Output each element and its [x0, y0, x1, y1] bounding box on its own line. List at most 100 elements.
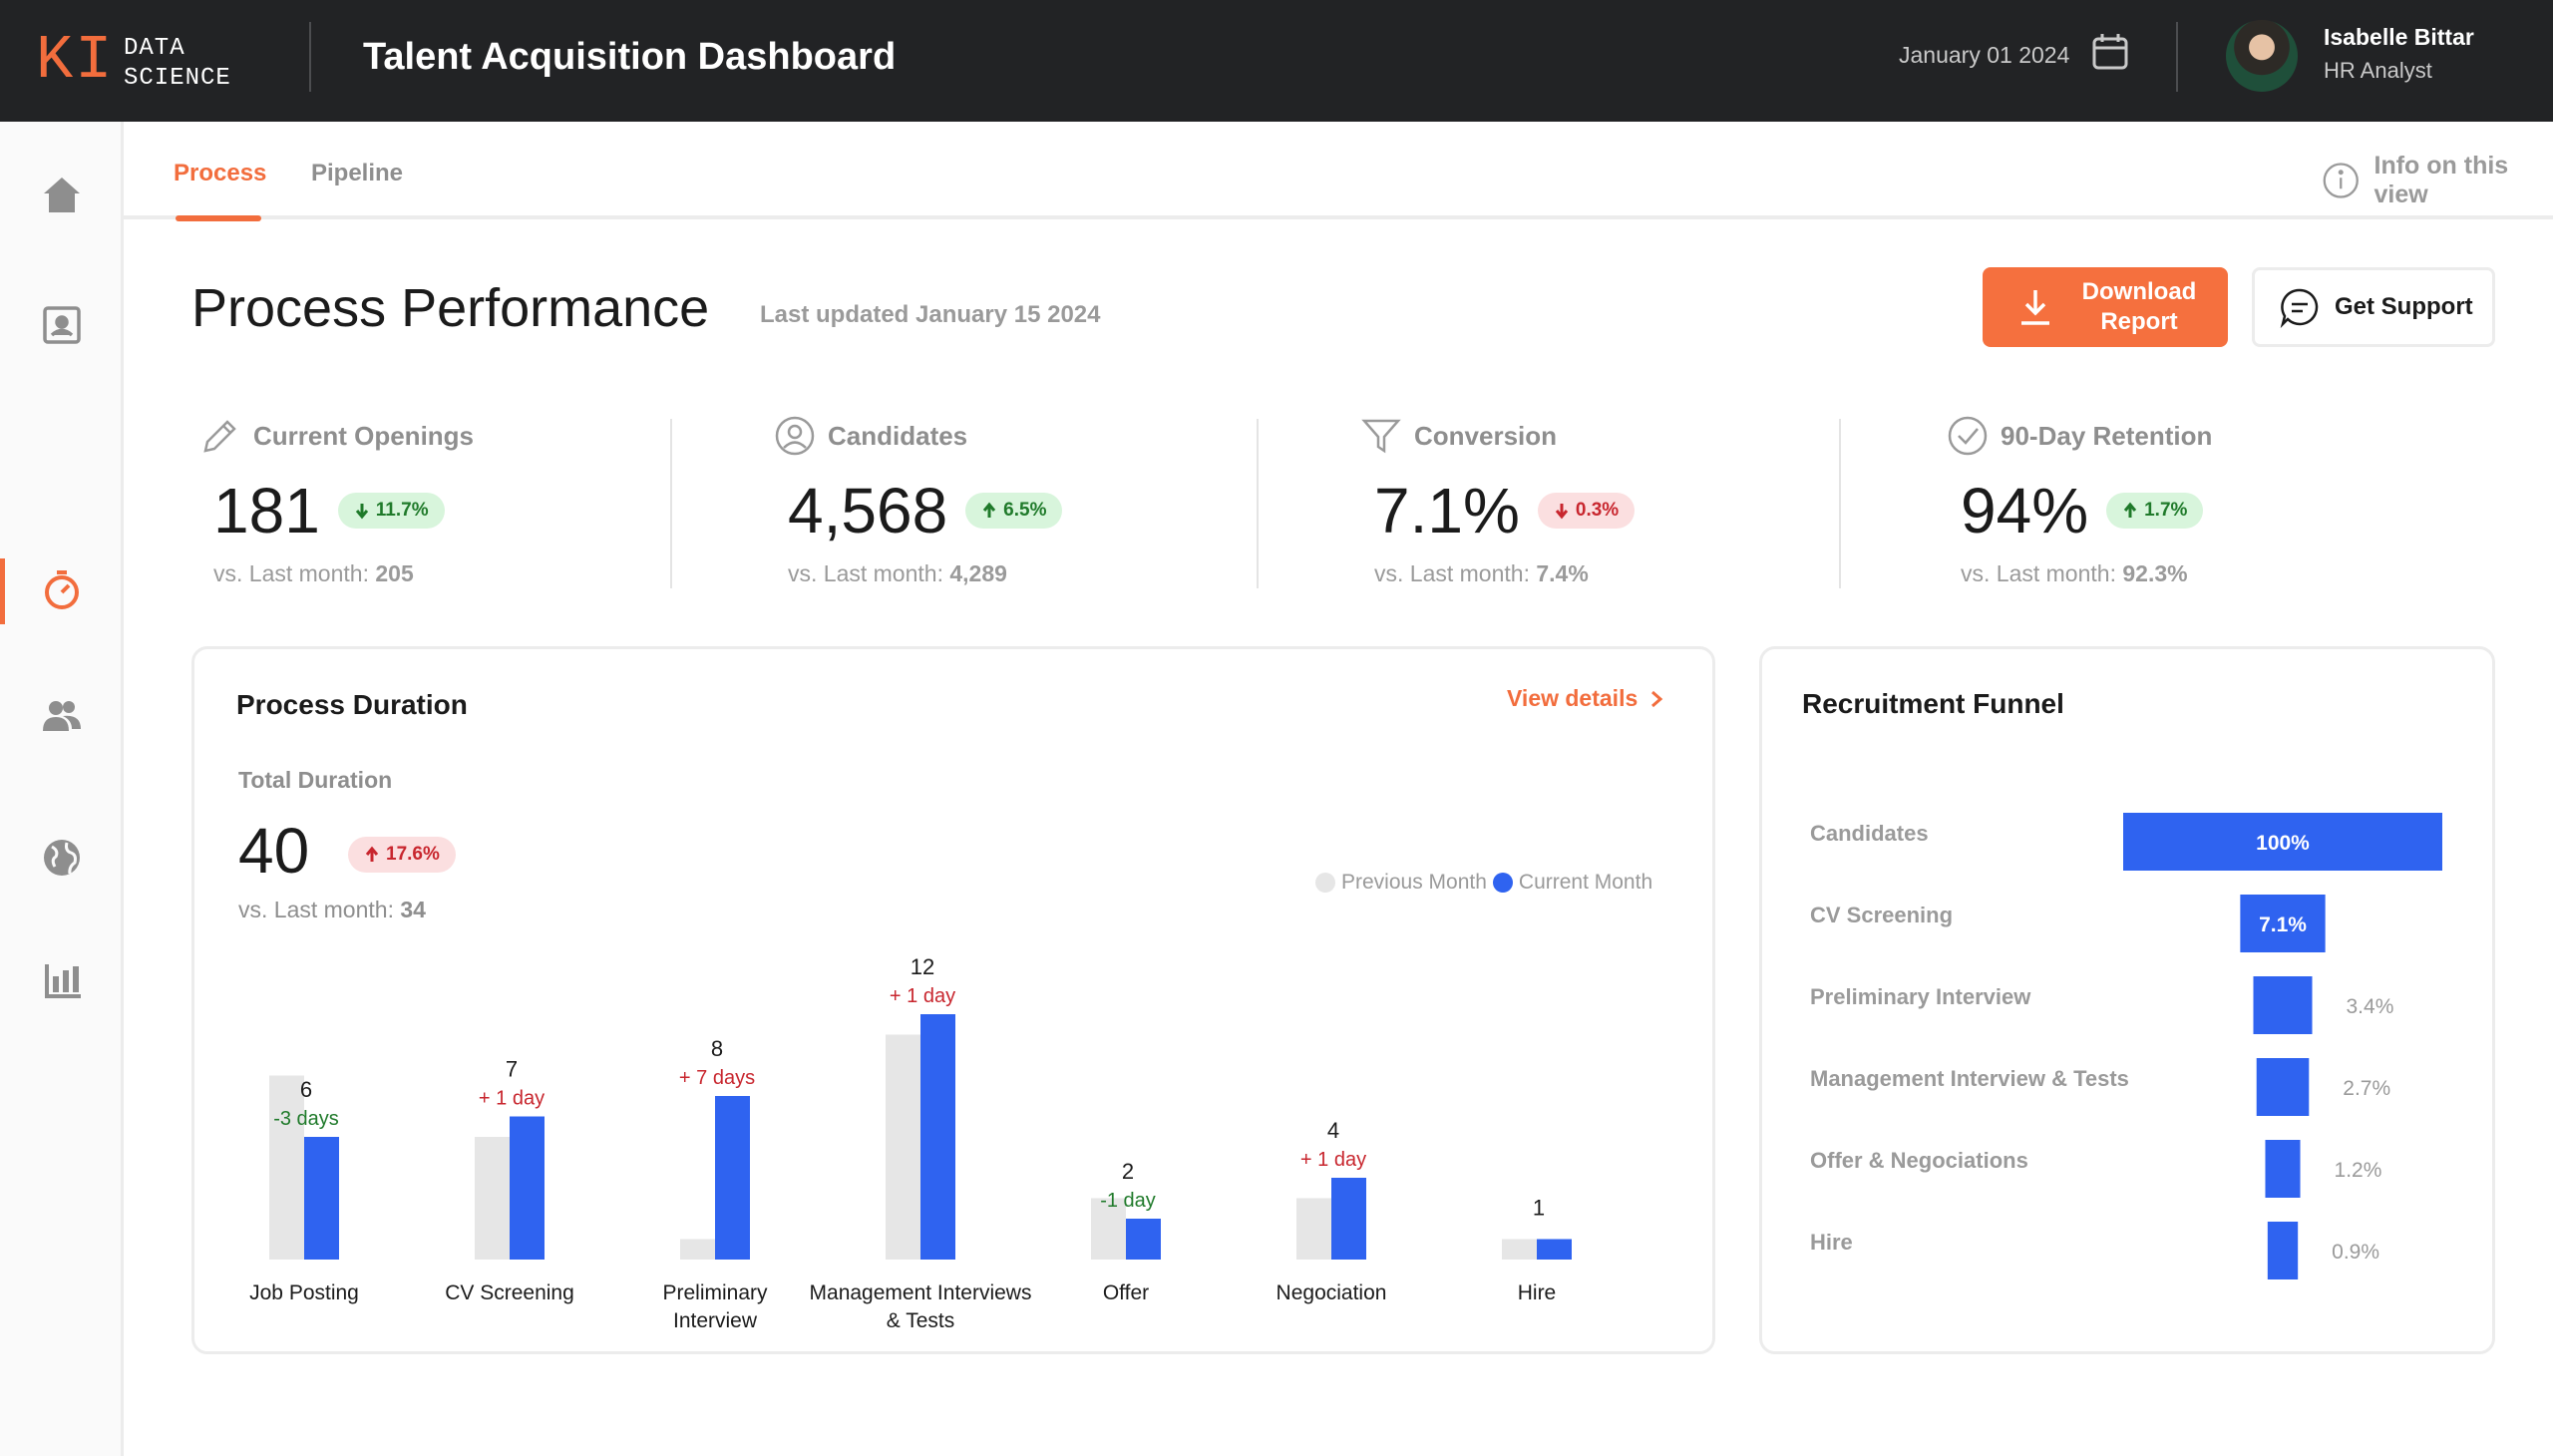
bar-value-label: 6 — [300, 1077, 312, 1102]
category-label: Hire — [1518, 1281, 1557, 1304]
comparison-label: vs. Last month: — [1374, 560, 1530, 586]
check-circle-icon — [1948, 416, 1988, 456]
download-label: Download Report — [2081, 278, 2197, 335]
divider — [2176, 22, 2178, 92]
timer-icon — [45, 570, 79, 609]
change-badge: 0.3% — [1537, 493, 1636, 529]
bar-current-month[interactable] — [1126, 1219, 1161, 1260]
bar-delta-label: + 1 day — [479, 1088, 545, 1110]
comparison-value: 92.3% — [2122, 560, 2188, 586]
kpi-value: 94% — [1961, 475, 2089, 546]
download-report-button[interactable]: Download Report — [1983, 267, 2228, 347]
tab-process[interactable]: Process — [174, 160, 266, 187]
kpi-label: Conversion — [1414, 420, 1558, 451]
bar-current-month[interactable] — [715, 1096, 750, 1260]
download-icon — [2021, 290, 2049, 325]
bar-previous-month[interactable] — [475, 1137, 510, 1260]
comparison-label: vs. Last month: — [788, 560, 943, 586]
kpi-label: Current Openings — [253, 420, 475, 451]
bar-previous-month[interactable] — [680, 1239, 715, 1261]
bar-delta-label: + 7 days — [679, 1067, 755, 1089]
divider — [309, 22, 311, 92]
avatar[interactable] — [2226, 20, 2298, 92]
bar-value-label: 1 — [1533, 1196, 1545, 1221]
kpi-value: 7.1% — [1374, 475, 1520, 546]
arrow-up-icon — [2123, 502, 2137, 518]
sidebar-item-profiles[interactable] — [0, 285, 124, 365]
tab-pipeline[interactable]: Pipeline — [311, 160, 403, 187]
calendar-icon[interactable] — [2090, 32, 2130, 72]
bar-current-month[interactable] — [1331, 1178, 1366, 1260]
funnel-value-label: 3.4% — [2347, 995, 2394, 1018]
bar-delta-label: -1 day — [1100, 1190, 1156, 1212]
funnel-bar[interactable] — [2267, 1222, 2299, 1279]
comparison-label: vs. Last month: — [213, 560, 369, 586]
people-icon — [43, 701, 81, 731]
funnel-bar[interactable] — [2265, 1140, 2301, 1198]
kpi-value: 181 — [213, 475, 320, 546]
user-circle-icon — [775, 416, 815, 456]
bar-current-month[interactable] — [304, 1137, 339, 1260]
bar-value-label: 2 — [1122, 1159, 1134, 1184]
change-value: 6.5% — [1003, 500, 1047, 521]
tab-bar: Process Pipeline Info on this view — [124, 122, 2553, 221]
change-value: 0.3% — [1575, 500, 1620, 521]
top-bar: KI DATA SCIENCE Talent Acquisition Dashb… — [0, 0, 2553, 122]
kpi-label: Candidates — [828, 420, 968, 451]
funnel-stage-label: CV Screening — [1810, 903, 1953, 927]
date-display[interactable]: January 01 2024 — [1899, 42, 2069, 69]
panel-title: Recruitment Funnel — [1802, 688, 2064, 719]
kpi-label: 90-Day Retention — [2001, 420, 2213, 451]
sidebar-item-people[interactable] — [0, 676, 124, 756]
bar-previous-month[interactable] — [1296, 1198, 1331, 1261]
info-label: Info on this view — [2373, 152, 2509, 208]
funnel-bar[interactable] — [2253, 976, 2313, 1034]
divider — [670, 419, 672, 588]
kpi-comparison: vs. Last month: 205 — [199, 560, 658, 587]
home-icon — [44, 178, 80, 212]
category-label: Job Posting — [249, 1281, 359, 1304]
bar-previous-month[interactable] — [886, 1034, 920, 1261]
recruitment-funnel-chart: Recruitment Funnel Candidates 100% CV Scree… — [1802, 688, 2442, 1279]
bar-previous-month[interactable] — [269, 1075, 304, 1261]
bar-current-month[interactable] — [510, 1116, 545, 1261]
bar-value-label: 7 — [506, 1057, 518, 1082]
category-label: Management Interviews — [810, 1281, 1032, 1304]
user-role: HR Analyst — [2324, 58, 2432, 83]
kpi-retention: 90-Day Retention 94% 1.7% vs. Last month… — [1947, 415, 2405, 588]
bar-current-month[interactable] — [1537, 1239, 1572, 1261]
bar-previous-month[interactable] — [1502, 1239, 1537, 1261]
logo-text: DATA SCIENCE — [124, 35, 231, 92]
funnel-stage-label: Hire — [1810, 1230, 1853, 1255]
funnel-stage-label: Management Interview & Tests — [1810, 1066, 2129, 1091]
bar-value-label: 12 — [911, 954, 934, 979]
category-label: CV Screening — [445, 1281, 574, 1304]
funnel-value-label: 0.9% — [2332, 1241, 2379, 1264]
get-support-button[interactable]: Get Support — [2252, 267, 2495, 347]
arrow-down-icon — [355, 504, 368, 520]
info-on-view-link[interactable]: Info on this view — [2322, 152, 2553, 209]
sidebar-item-home[interactable] — [0, 156, 124, 235]
funnel-bar[interactable] — [2256, 1058, 2310, 1116]
divider — [1839, 419, 1841, 588]
sidebar-item-reports[interactable] — [0, 939, 124, 1019]
last-updated: Last updated January 15 2024 — [760, 301, 1101, 328]
funnel-value-label: 7.1% — [2259, 913, 2307, 936]
sidebar-item-process[interactable] — [0, 550, 124, 630]
divider — [1257, 419, 1259, 588]
page-title: Process Performance — [191, 278, 710, 338]
funnel-value-label: 1.2% — [2335, 1159, 2382, 1182]
logo-mark: KI — [36, 25, 115, 96]
change-badge: 11.7% — [337, 493, 445, 529]
kpi-comparison: vs. Last month: 4,289 — [774, 560, 1233, 587]
bar-current-month[interactable] — [920, 1014, 955, 1260]
category-label: Offer — [1103, 1281, 1149, 1304]
sidebar-item-global[interactable] — [0, 818, 124, 898]
change-value: 11.7% — [375, 500, 429, 521]
process-duration-panel: Process Duration View details Total Dura… — [191, 646, 1715, 1354]
kpi-conversion: Conversion 7.1% 0.3% vs. Last month: 7.4… — [1360, 415, 1819, 588]
globe-icon — [44, 840, 80, 876]
app-title: Talent Acquisition Dashboard — [363, 36, 897, 78]
comparison-value: 4,289 — [949, 560, 1007, 586]
process-duration-chart: 6 -3 days Job Posting 7 + 1 day CV Screening 8… — [249, 954, 1572, 1332]
